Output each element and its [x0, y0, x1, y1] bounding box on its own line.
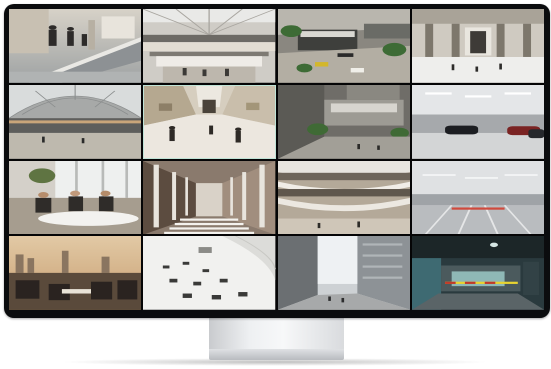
camera-tile-city-street[interactable]: [277, 236, 410, 310]
camera-tile-mall-atrium-skylight[interactable]: [143, 9, 276, 83]
camera-tile-grand-hall[interactable]: [411, 9, 544, 83]
camera-tile-parking-entrance-barrier[interactable]: [411, 236, 544, 310]
monitor-stand-neck: [209, 318, 344, 350]
camera-tile-parking-garage-empty[interactable]: [411, 160, 544, 235]
monitor-scene: [0, 0, 551, 369]
camera-tile-glass-roof-mall[interactable]: [9, 84, 142, 159]
camera-tile-parking-garage-cars[interactable]: [411, 84, 544, 159]
camera-tile-city-plaza-aerial[interactable]: [277, 9, 410, 83]
camera-tile-mall-atrium-people[interactable]: [143, 84, 276, 159]
camera-tile-building-entrance[interactable]: [277, 84, 410, 159]
camera-tile-white-hall-seating[interactable]: [143, 236, 276, 310]
camera-grid: [9, 9, 544, 310]
camera-tile-colonnade-stairs[interactable]: [143, 160, 276, 235]
monitor-stand-base: [209, 349, 344, 360]
monitor-bezel: [4, 4, 550, 318]
camera-tile-skyline-lounge[interactable]: [9, 236, 142, 310]
camera-tile-curved-mall-levels[interactable]: [277, 160, 410, 235]
camera-tile-meeting-room[interactable]: [9, 160, 142, 235]
camera-tile-lobby-escalator[interactable]: [9, 9, 142, 83]
